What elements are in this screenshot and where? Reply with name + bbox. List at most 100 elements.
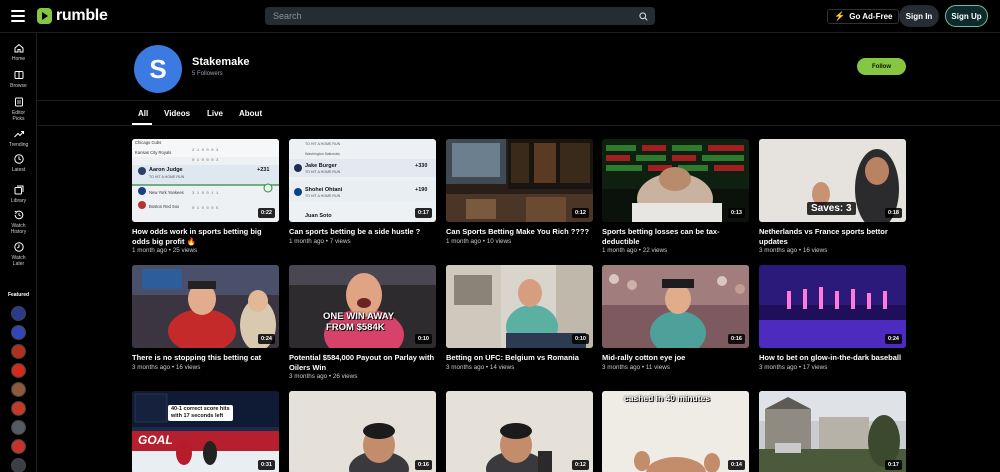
history-icon xyxy=(14,210,23,220)
sidebar-item-label: Library xyxy=(10,198,27,204)
video-card[interactable]: 0:10 Betting on UFC: Belgium vs Romania … xyxy=(446,265,593,371)
featured-channel-avatar[interactable] xyxy=(11,458,26,472)
video-card[interactable]: 0:17 xyxy=(759,391,906,472)
video-thumbnail[interactable]: 0:24 xyxy=(132,265,279,348)
video-card[interactable]: 0:24 How to bet on glow-in-the-dark base… xyxy=(759,265,906,371)
video-card[interactable]: 0:12 xyxy=(446,391,593,472)
featured-channel-avatar[interactable] xyxy=(11,382,26,397)
video-title[interactable]: Netherlands vs France sports bettor upda… xyxy=(759,227,906,246)
sidebar-item-label: Watch Later xyxy=(11,255,26,267)
lightning-icon: ⚡ xyxy=(834,11,846,21)
video-title[interactable]: Potential $584,000 Payout on Parlay with… xyxy=(289,353,436,372)
sidebar-item-latest[interactable]: Latest xyxy=(0,153,37,173)
video-card[interactable]: 0:12 Can Sports Betting Make You Rich ??… xyxy=(446,139,593,245)
featured-channel-avatar[interactable] xyxy=(11,420,26,435)
sidebar-item-library[interactable]: Library xyxy=(0,184,37,204)
video-card[interactable]: 0:16 Mid-rally cotton eye joe 3 months a… xyxy=(602,265,749,371)
thumbnail-text: cashed in 40 minutes xyxy=(624,393,710,403)
video-thumbnail[interactable]: 0:24 xyxy=(759,265,906,348)
sidebar-item-trending[interactable]: Trending xyxy=(0,128,37,148)
featured-channel-avatar[interactable] xyxy=(11,363,26,378)
rumble-logo[interactable]: rumble xyxy=(37,7,108,25)
tab-about[interactable]: About xyxy=(239,109,262,118)
menu-icon[interactable] xyxy=(11,10,25,22)
video-card[interactable]: 0:13 Sports betting losses can be tax-de… xyxy=(602,139,749,254)
video-meta: 3 months ago • 14 views xyxy=(446,363,515,371)
sidebar-item-label: Latest xyxy=(11,167,26,173)
sidebar-item-editor-picks[interactable]: Editor Picks xyxy=(0,96,37,122)
sidebar-item-label: Editor Picks xyxy=(11,110,26,122)
video-duration: 0:12 xyxy=(571,208,589,218)
video-thumbnail[interactable]: Saves: 3 0:18 xyxy=(759,139,906,222)
video-title[interactable]: Can Sports Betting Make You Rich ???? xyxy=(446,227,593,237)
video-card[interactable]: Saves: 3 0:18 Netherlands vs France spor… xyxy=(759,139,906,254)
video-meta: 3 months ago • 17 views xyxy=(759,363,828,371)
home-icon xyxy=(14,43,23,53)
svg-text:2 1 0 0 0 3: 2 1 0 0 0 3 xyxy=(192,149,219,153)
sign-up-button[interactable]: Sign Up xyxy=(945,5,988,27)
sidebar-item-label: Watch History xyxy=(10,223,27,235)
video-thumbnail[interactable]: Washington Nationals TO HIT A HOME RUN J… xyxy=(289,139,436,222)
thumbnail-text: +330 xyxy=(415,163,428,169)
video-duration: 0:13 xyxy=(727,208,745,218)
video-thumbnail[interactable]: 0:16 xyxy=(602,265,749,348)
logo-text: rumble xyxy=(56,7,108,24)
video-card[interactable]: 40-1 correct score hits with 17 seconds l… xyxy=(132,391,279,472)
tab-live[interactable]: Live xyxy=(207,109,223,118)
thumbnail-text: FROM $584K xyxy=(326,322,385,333)
video-title[interactable]: Can sports betting be a side hustle ? xyxy=(289,227,436,237)
video-card[interactable]: 0:16 xyxy=(289,391,436,472)
video-duration: 0:12 xyxy=(571,460,589,470)
thumbnail-text-line: with 17 seconds left xyxy=(171,413,224,419)
video-thumbnail[interactable]: 2 1 0 0 0 3 0 1 0 0 0 3 3 1 0 0 1 1 0 1 … xyxy=(132,139,279,222)
sidebar-item-browse[interactable]: Browse xyxy=(0,69,37,89)
video-meta: 3 months ago • 16 views xyxy=(759,247,828,254)
featured-channel-avatar[interactable] xyxy=(11,401,26,416)
thumbnail-text: Juan Soto xyxy=(305,213,332,219)
sidebar-item-watch-history[interactable]: Watch History xyxy=(0,209,37,235)
tab-videos[interactable]: Videos xyxy=(164,109,190,118)
video-thumbnail[interactable]: cashed in 40 minutes 0:14 xyxy=(602,391,749,472)
search-icon[interactable] xyxy=(634,7,652,25)
video-card[interactable]: cashed in 40 minutes 0:14 xyxy=(602,391,749,472)
sidebar: Home Browse Editor Picks Trending Latest… xyxy=(0,33,37,472)
thumbnail-text: TO HIT A HOME RUN xyxy=(305,194,341,198)
follow-button[interactable]: Follow xyxy=(857,58,906,75)
video-thumbnail[interactable]: 0:12 xyxy=(446,391,593,472)
video-card[interactable]: Washington Nationals TO HIT A HOME RUN J… xyxy=(289,139,436,245)
tab-all[interactable]: All xyxy=(138,109,148,118)
featured-channel-avatar[interactable] xyxy=(11,439,26,454)
search-input[interactable] xyxy=(265,11,634,21)
video-thumbnail[interactable]: 0:12 xyxy=(446,139,593,222)
channel-name: Stakemake xyxy=(192,56,250,68)
video-title[interactable]: Betting on UFC: Belgium vs Romania xyxy=(446,353,593,363)
featured-channel-avatar[interactable] xyxy=(11,344,26,359)
featured-channel-avatar[interactable] xyxy=(11,306,26,321)
thumbnail-text: +190 xyxy=(415,187,428,193)
video-card[interactable]: 0:24 There is no stopping this betting c… xyxy=(132,265,279,371)
sidebar-item-home[interactable]: Home xyxy=(0,42,37,62)
video-thumbnail[interactable]: 0:13 xyxy=(602,139,749,222)
video-thumbnail[interactable]: 0:17 xyxy=(759,391,906,472)
thumbnail-text: Washington Nationals xyxy=(305,152,340,156)
video-meta: 1 month ago • 7 views xyxy=(289,237,351,245)
video-duration: 0:31 xyxy=(257,460,275,470)
video-thumbnail[interactable]: 0:16 xyxy=(289,391,436,472)
video-title[interactable]: Mid-rally cotton eye joe xyxy=(602,353,749,363)
sidebar-item-watch-later[interactable]: Watch Later xyxy=(0,241,37,267)
video-thumbnail[interactable]: 0:10 xyxy=(446,265,593,348)
thumbnail-text-line: 40-1 correct score hits xyxy=(171,406,230,412)
featured-channel-avatar[interactable] xyxy=(11,325,26,340)
video-thumbnail[interactable]: 40-1 correct score hits with 17 seconds l… xyxy=(132,391,279,472)
video-card[interactable]: ONE WIN AWAY FROM $584K 0:10 Potential $… xyxy=(289,265,436,380)
video-card[interactable]: 2 1 0 0 0 3 0 1 0 0 0 3 3 1 0 0 1 1 0 1 … xyxy=(132,139,279,254)
video-thumbnail[interactable]: ONE WIN AWAY FROM $584K 0:10 xyxy=(289,265,436,348)
video-title[interactable]: How to bet on glow-in-the-dark baseball xyxy=(759,353,906,363)
go-ad-free-button[interactable]: ⚡ Go Ad-Free xyxy=(827,9,900,24)
video-title[interactable]: There is no stopping this betting cat xyxy=(132,353,279,363)
divider xyxy=(37,100,1000,101)
video-title[interactable]: Sports betting losses can be tax-deducti… xyxy=(602,227,749,246)
sign-in-button[interactable]: Sign In xyxy=(899,5,939,27)
video-duration: 0:16 xyxy=(414,460,432,470)
video-title[interactable]: How odds work in sports betting big odds… xyxy=(132,227,279,246)
